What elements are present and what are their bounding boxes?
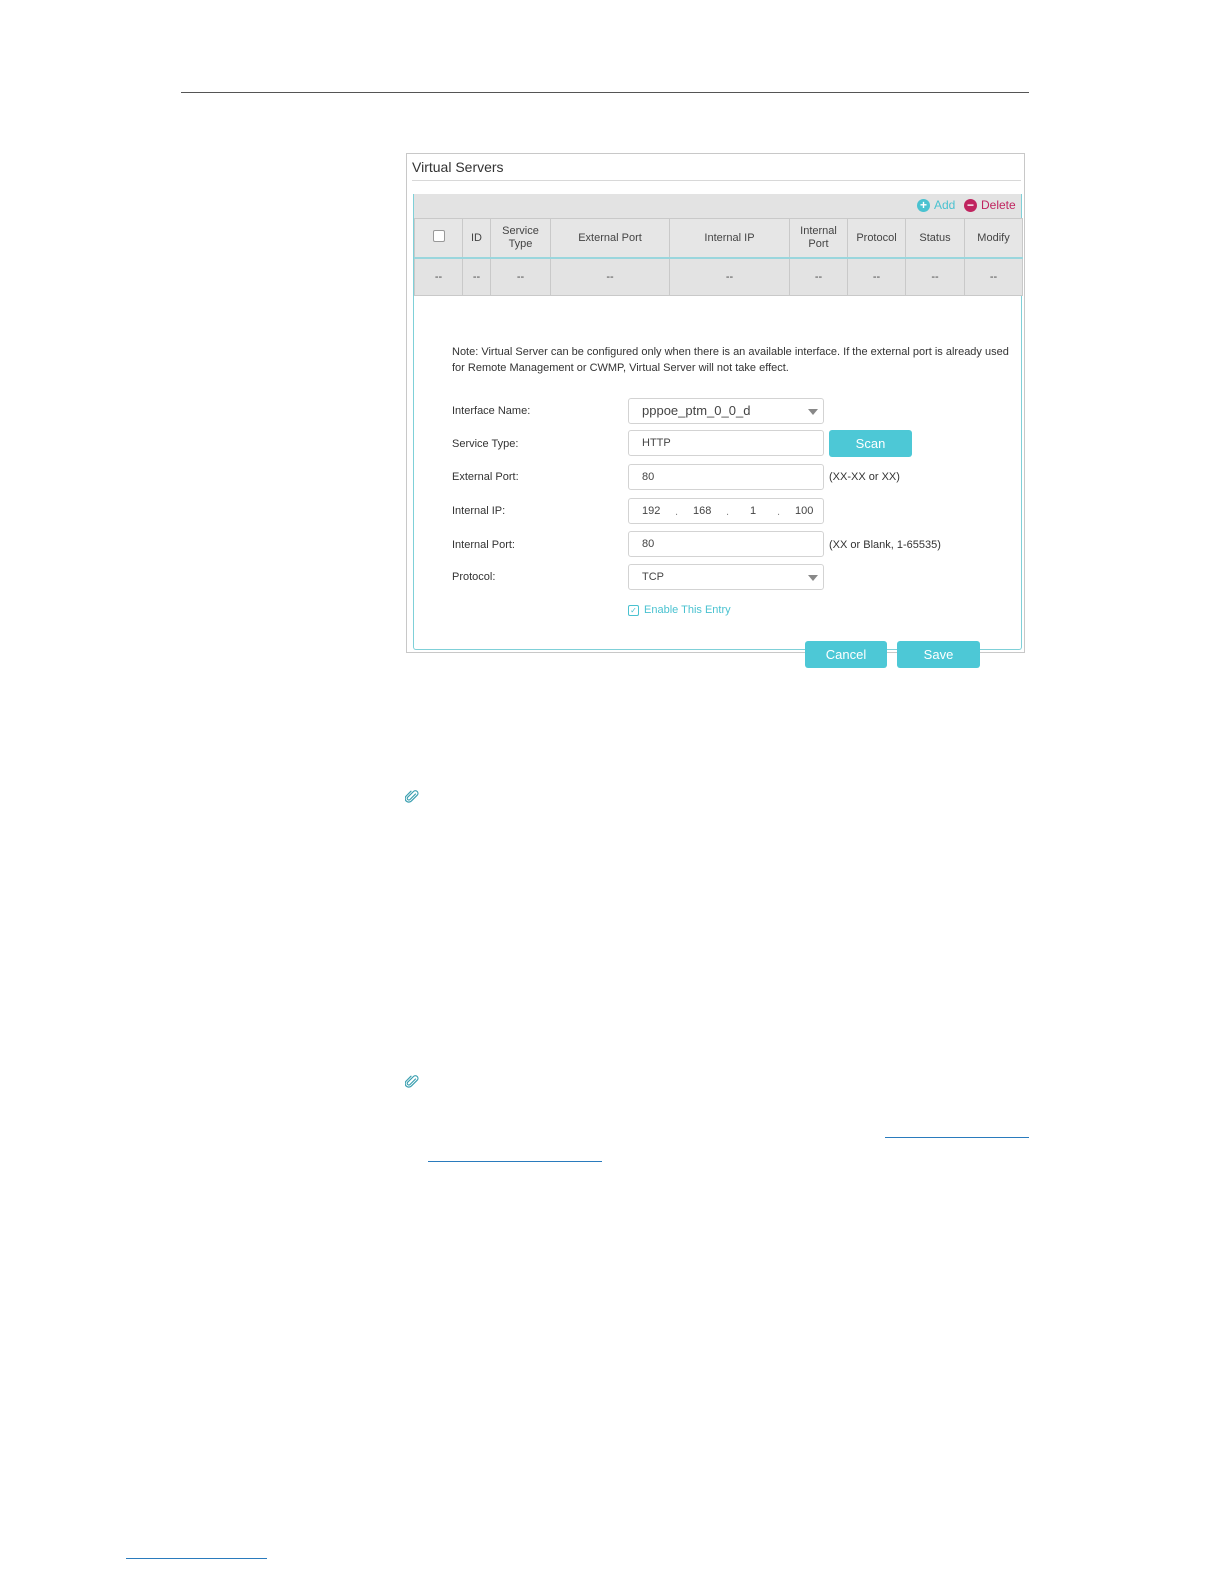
protocol-value: TCP	[642, 571, 664, 583]
note-text: Note: Virtual Server can be configured o…	[452, 346, 1009, 374]
interface-name-label: Interface Name:	[452, 405, 531, 417]
table-row: -- -- -- -- -- -- -- -- --	[414, 257, 1023, 296]
page-header-rule	[181, 92, 1029, 93]
table-cell: --	[490, 257, 551, 296]
paperclip-icon	[405, 790, 419, 803]
hyperlink-underline[interactable]	[885, 1137, 1029, 1138]
col-external-port: External Port	[550, 218, 670, 259]
table-cell: --	[550, 257, 670, 296]
table-toolbar: + Add − Delete	[414, 194, 1021, 218]
col-internal-ip: Internal IP	[669, 218, 790, 259]
ip-octet-3[interactable]: 1	[750, 499, 756, 523]
ip-dot: .	[777, 506, 781, 518]
scan-button[interactable]: Scan	[829, 430, 912, 457]
table-cell: --	[414, 257, 463, 296]
title-divider	[412, 180, 1021, 181]
ip-octet-4[interactable]: 100	[795, 499, 813, 523]
virtual-servers-table: ID Service Type External Port Internal I…	[414, 218, 1023, 296]
col-internal-port: Internal Port	[789, 218, 848, 259]
col-protocol: Protocol	[847, 218, 906, 259]
protocol-label: Protocol:	[452, 571, 496, 583]
external-port-label: External Port:	[452, 471, 519, 483]
delete-icon: −	[964, 198, 977, 212]
table-cell: --	[964, 257, 1023, 296]
table-header-row: ID Service Type External Port Internal I…	[414, 218, 1023, 259]
internal-port-label: Internal Port:	[452, 539, 515, 551]
ip-dot: .	[675, 506, 679, 518]
select-all-cell	[414, 218, 463, 259]
internal-ip-label: Internal IP:	[452, 505, 506, 517]
col-modify: Modify	[964, 218, 1023, 259]
internal-ip-input[interactable]: 192 . 168 . 1 . 100	[628, 498, 824, 524]
table-cell: --	[669, 257, 790, 296]
internal-port-input[interactable]: 80	[628, 531, 824, 557]
add-icon: +	[917, 198, 930, 212]
delete-button[interactable]: − Delete	[964, 198, 1016, 212]
ip-octet-2[interactable]: 168	[693, 499, 711, 523]
paperclip-icon	[405, 1075, 419, 1088]
chevron-down-icon	[808, 575, 818, 581]
external-port-hint: (XX-XX or XX)	[829, 471, 900, 483]
save-button[interactable]: Save	[897, 641, 980, 668]
table-cell: --	[905, 257, 965, 296]
add-label: Add	[934, 198, 956, 212]
cancel-button[interactable]: Cancel	[805, 641, 887, 668]
enable-entry-label: Enable This Entry	[644, 604, 731, 616]
virtual-servers-screenshot: Virtual Servers + Add − Delete ID Servic…	[406, 153, 1025, 668]
internal-port-hint: (XX or Blank, 1-65535)	[829, 539, 941, 551]
virtual-servers-panel: + Add − Delete ID Service Type External …	[413, 194, 1023, 668]
select-all-checkbox[interactable]	[432, 230, 445, 242]
table-cell: --	[789, 257, 848, 296]
footer-link-underline[interactable]	[126, 1558, 267, 1559]
service-type-label: Service Type:	[452, 438, 519, 450]
chevron-down-icon	[808, 409, 818, 415]
col-service-type: Service Type	[490, 218, 551, 259]
service-type-input[interactable]: HTTP	[628, 430, 824, 456]
delete-label: Delete	[981, 198, 1016, 212]
interface-name-value: pppoe_ptm_0_0_d	[642, 403, 751, 418]
col-status: Status	[905, 218, 965, 259]
interface-name-select[interactable]: pppoe_ptm_0_0_d	[628, 398, 824, 424]
col-id: ID	[462, 218, 491, 259]
table-cell: --	[847, 257, 906, 296]
checkmark-icon: ✓	[628, 604, 639, 616]
enable-entry-checkbox[interactable]: ✓ Enable This Entry	[628, 604, 731, 616]
ip-octet-1[interactable]: 192	[642, 499, 660, 523]
panel-title: Virtual Servers	[412, 159, 504, 175]
external-port-input[interactable]: 80	[628, 464, 824, 490]
ip-dot: .	[726, 506, 730, 518]
add-button[interactable]: + Add	[917, 198, 955, 212]
hyperlink-underline[interactable]	[428, 1161, 602, 1162]
protocol-select[interactable]: TCP	[628, 564, 824, 590]
table-cell: --	[462, 257, 491, 296]
